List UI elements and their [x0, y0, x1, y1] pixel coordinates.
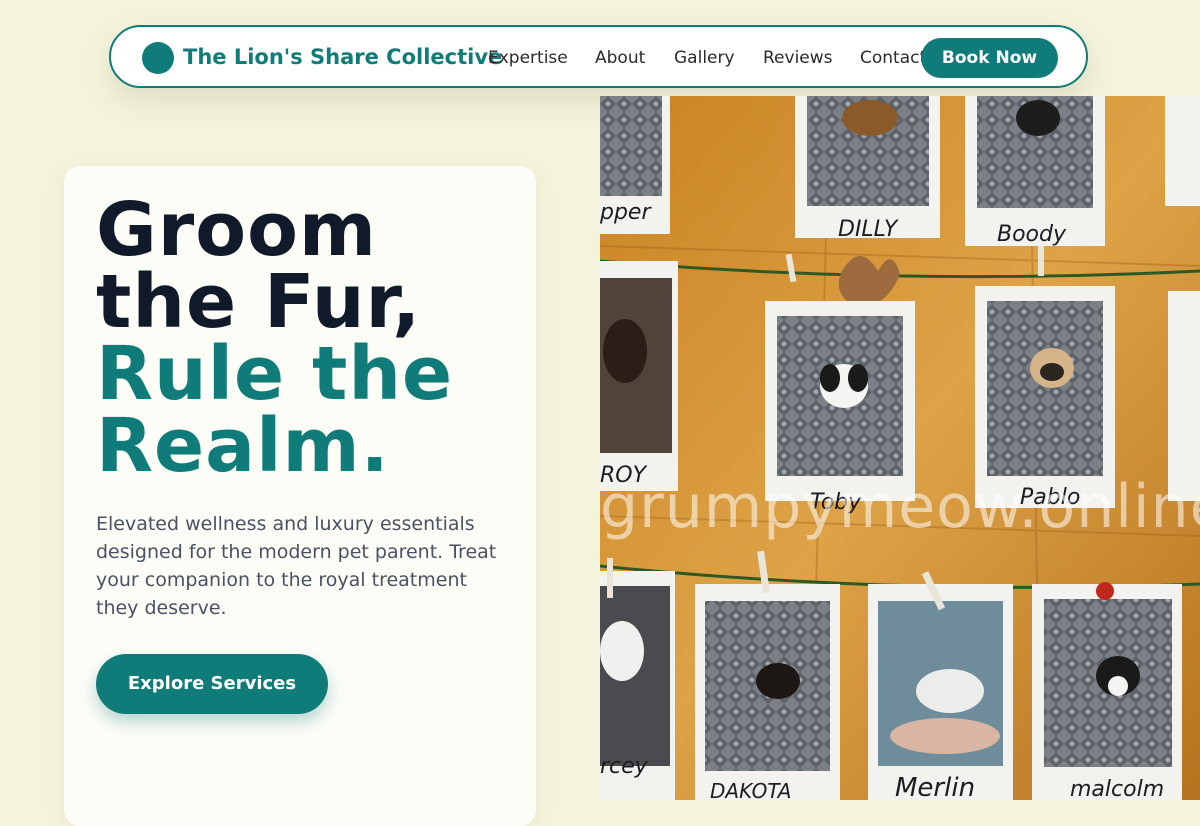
nav-link-reviews[interactable]: Reviews: [763, 48, 833, 68]
brand-name[interactable]: The Lion's Share Collective: [183, 45, 502, 69]
photo-label: DILLY: [838, 217, 899, 242]
explore-services-button[interactable]: Explore Services: [96, 654, 328, 714]
nav-link-about[interactable]: About: [595, 48, 645, 68]
photo-label: pper: [600, 200, 652, 225]
nav-link-contact[interactable]: Contact: [860, 48, 926, 68]
nav-link-expertise[interactable]: Expertise: [488, 48, 568, 68]
dog-photo-wall-image: pper DILLY Boody ROY Toby Pablo rcey DAK…: [600, 96, 1200, 800]
nav-link-gallery[interactable]: Gallery: [674, 48, 735, 68]
photo-label: Boody: [997, 222, 1067, 247]
book-now-button[interactable]: Book Now: [921, 38, 1058, 78]
watermark-text: grumpymeow.online: [600, 472, 1200, 542]
hero-photo: pper DILLY Boody ROY Toby Pablo rcey DAK…: [600, 96, 1200, 800]
headline-accent-line: Rule the: [96, 331, 454, 417]
headline-line: the Fur,: [96, 259, 422, 345]
photo-label: rcey: [600, 754, 649, 779]
headline-line: Groom: [96, 187, 378, 273]
top-navbar: The Lion's Share Collective Expertise Ab…: [109, 25, 1088, 88]
photo-label: malcolm: [1070, 777, 1164, 800]
hero-headline: Groom the Fur, Rule the Realm.: [96, 187, 454, 489]
headline-accent-line: Realm.: [96, 403, 390, 489]
brand-logo-icon[interactable]: [142, 42, 174, 74]
photo-label: DAKOTA: [710, 779, 791, 800]
hero-description: Elevated wellness and luxury essentials …: [96, 513, 497, 619]
photo-label: Merlin: [895, 773, 975, 800]
